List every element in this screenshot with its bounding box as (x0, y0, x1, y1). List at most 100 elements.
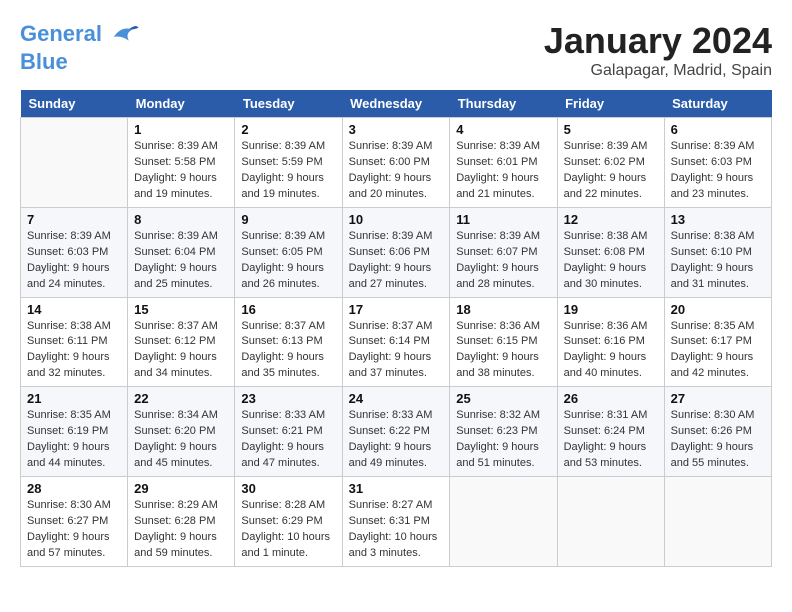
main-title: January 2024 (544, 20, 772, 62)
day-number: 2 (241, 122, 335, 137)
day-info: Sunrise: 8:33 AM Sunset: 6:22 PM Dayligh… (349, 408, 444, 472)
calendar-cell: 28 Sunrise: 8:30 AM Sunset: 6:27 PM Dayli… (21, 477, 128, 567)
weekday-header-tuesday: Tuesday (235, 90, 342, 118)
day-number: 23 (241, 391, 335, 406)
day-number: 6 (671, 122, 765, 137)
day-info: Sunrise: 8:30 AM Sunset: 6:27 PM Dayligh… (27, 498, 121, 562)
calendar-cell (21, 118, 128, 208)
calendar-cell: 12 Sunrise: 8:38 AM Sunset: 6:08 PM Dayli… (557, 207, 664, 297)
weekday-header-monday: Monday (128, 90, 235, 118)
calendar-week-4: 21 Sunrise: 8:35 AM Sunset: 6:19 PM Dayli… (21, 387, 772, 477)
day-number: 17 (349, 302, 444, 317)
day-info: Sunrise: 8:32 AM Sunset: 6:23 PM Dayligh… (456, 408, 550, 472)
calendar-cell: 15 Sunrise: 8:37 AM Sunset: 6:12 PM Dayli… (128, 297, 235, 387)
day-number: 20 (671, 302, 765, 317)
day-number: 10 (349, 212, 444, 227)
day-info: Sunrise: 8:37 AM Sunset: 6:14 PM Dayligh… (349, 319, 444, 383)
day-info: Sunrise: 8:38 AM Sunset: 6:08 PM Dayligh… (564, 229, 658, 293)
day-number: 19 (564, 302, 658, 317)
day-number: 24 (349, 391, 444, 406)
day-info: Sunrise: 8:39 AM Sunset: 6:04 PM Dayligh… (134, 229, 228, 293)
day-number: 22 (134, 391, 228, 406)
logo-text: General Blue (20, 20, 140, 74)
calendar-week-3: 14 Sunrise: 8:38 AM Sunset: 6:11 PM Dayli… (21, 297, 772, 387)
subtitle: Galapagar, Madrid, Spain (544, 62, 772, 80)
calendar-cell: 21 Sunrise: 8:35 AM Sunset: 6:19 PM Dayli… (21, 387, 128, 477)
calendar-cell: 14 Sunrise: 8:38 AM Sunset: 6:11 PM Dayli… (21, 297, 128, 387)
calendar-cell: 29Sunrise: 8:29 AM Sunset: 6:28 PM Dayli… (128, 477, 235, 567)
day-info: Sunrise: 8:27 AM Sunset: 6:31 PM Dayligh… (349, 498, 444, 562)
day-number: 31 (349, 481, 444, 496)
calendar-cell: 2 Sunrise: 8:39 AM Sunset: 5:59 PM Daylig… (235, 118, 342, 208)
weekday-header-friday: Friday (557, 90, 664, 118)
calendar-cell: 7 Sunrise: 8:39 AM Sunset: 6:03 PM Daylig… (21, 207, 128, 297)
day-number: 4 (456, 122, 550, 137)
day-info: Sunrise: 8:39 AM Sunset: 6:02 PM Dayligh… (564, 139, 658, 203)
day-info: Sunrise: 8:29 AM Sunset: 6:28 PM Dayligh… (134, 498, 228, 562)
calendar-cell (664, 477, 771, 567)
day-info: Sunrise: 8:36 AM Sunset: 6:16 PM Dayligh… (564, 319, 658, 383)
day-number: 28 (27, 481, 121, 496)
day-info: Sunrise: 8:37 AM Sunset: 6:13 PM Dayligh… (241, 319, 335, 383)
calendar-cell (557, 477, 664, 567)
day-info: Sunrise: 8:39 AM Sunset: 6:01 PM Dayligh… (456, 139, 550, 203)
calendar-cell: 17 Sunrise: 8:37 AM Sunset: 6:14 PM Dayli… (342, 297, 450, 387)
day-info: Sunrise: 8:36 AM Sunset: 6:15 PM Dayligh… (456, 319, 550, 383)
day-number: 9 (241, 212, 335, 227)
day-info: Sunrise: 8:39 AM Sunset: 6:03 PM Dayligh… (671, 139, 765, 203)
day-number: 18 (456, 302, 550, 317)
day-number: 26 (564, 391, 658, 406)
calendar-cell: 3Sunrise: 8:39 AM Sunset: 6:00 PM Daylig… (342, 118, 450, 208)
page-header: General Blue January 2024 Galapagar, Mad… (20, 20, 772, 80)
calendar-cell: 6 Sunrise: 8:39 AM Sunset: 6:03 PM Daylig… (664, 118, 771, 208)
day-info: Sunrise: 8:39 AM Sunset: 6:06 PM Dayligh… (349, 229, 444, 293)
title-block: January 2024 Galapagar, Madrid, Spain (544, 20, 772, 80)
day-info: Sunrise: 8:37 AM Sunset: 6:12 PM Dayligh… (134, 319, 228, 383)
day-number: 7 (27, 212, 121, 227)
day-number: 13 (671, 212, 765, 227)
weekday-header-saturday: Saturday (664, 90, 771, 118)
calendar-cell: 23 Sunrise: 8:33 AM Sunset: 6:21 PM Dayli… (235, 387, 342, 477)
calendar-cell: 27 Sunrise: 8:30 AM Sunset: 6:26 PM Dayli… (664, 387, 771, 477)
weekday-header-thursday: Thursday (450, 90, 557, 118)
day-info: Sunrise: 8:38 AM Sunset: 6:11 PM Dayligh… (27, 319, 121, 383)
calendar-cell: 10 Sunrise: 8:39 AM Sunset: 6:06 PM Dayli… (342, 207, 450, 297)
calendar-cell: 1 Sunrise: 8:39 AM Sunset: 5:58 PM Daylig… (128, 118, 235, 208)
day-number: 27 (671, 391, 765, 406)
day-info: Sunrise: 8:39 AM Sunset: 5:59 PM Dayligh… (241, 139, 335, 203)
day-info: Sunrise: 8:31 AM Sunset: 6:24 PM Dayligh… (564, 408, 658, 472)
calendar-cell: 19 Sunrise: 8:36 AM Sunset: 6:16 PM Dayli… (557, 297, 664, 387)
day-number: 11 (456, 212, 550, 227)
day-number: 12 (564, 212, 658, 227)
logo: General Blue (20, 20, 140, 74)
weekday-header-row: SundayMondayTuesdayWednesdayThursdayFrid… (21, 90, 772, 118)
calendar-cell: 16 Sunrise: 8:37 AM Sunset: 6:13 PM Dayli… (235, 297, 342, 387)
calendar-cell: 9Sunrise: 8:39 AM Sunset: 6:05 PM Daylig… (235, 207, 342, 297)
day-number: 15 (134, 302, 228, 317)
calendar-cell: 5 Sunrise: 8:39 AM Sunset: 6:02 PM Daylig… (557, 118, 664, 208)
day-number: 30 (241, 481, 335, 496)
calendar-cell: 8Sunrise: 8:39 AM Sunset: 6:04 PM Daylig… (128, 207, 235, 297)
day-number: 1 (134, 122, 228, 137)
day-info: Sunrise: 8:34 AM Sunset: 6:20 PM Dayligh… (134, 408, 228, 472)
weekday-header-sunday: Sunday (21, 90, 128, 118)
day-info: Sunrise: 8:35 AM Sunset: 6:17 PM Dayligh… (671, 319, 765, 383)
day-info: Sunrise: 8:39 AM Sunset: 6:03 PM Dayligh… (27, 229, 121, 293)
day-number: 3 (349, 122, 444, 137)
calendar-cell: 11 Sunrise: 8:39 AM Sunset: 6:07 PM Dayli… (450, 207, 557, 297)
calendar-cell: 20 Sunrise: 8:35 AM Sunset: 6:17 PM Dayli… (664, 297, 771, 387)
day-number: 5 (564, 122, 658, 137)
day-info: Sunrise: 8:35 AM Sunset: 6:19 PM Dayligh… (27, 408, 121, 472)
day-info: Sunrise: 8:39 AM Sunset: 6:07 PM Dayligh… (456, 229, 550, 293)
day-info: Sunrise: 8:30 AM Sunset: 6:26 PM Dayligh… (671, 408, 765, 472)
day-number: 16 (241, 302, 335, 317)
day-number: 21 (27, 391, 121, 406)
day-info: Sunrise: 8:33 AM Sunset: 6:21 PM Dayligh… (241, 408, 335, 472)
calendar-cell: 13Sunrise: 8:38 AM Sunset: 6:10 PM Dayli… (664, 207, 771, 297)
calendar-cell: 31 Sunrise: 8:27 AM Sunset: 6:31 PM Dayli… (342, 477, 450, 567)
day-number: 25 (456, 391, 550, 406)
day-number: 14 (27, 302, 121, 317)
calendar-table: SundayMondayTuesdayWednesdayThursdayFrid… (20, 90, 772, 567)
weekday-header-wednesday: Wednesday (342, 90, 450, 118)
day-info: Sunrise: 8:39 AM Sunset: 5:58 PM Dayligh… (134, 139, 228, 203)
